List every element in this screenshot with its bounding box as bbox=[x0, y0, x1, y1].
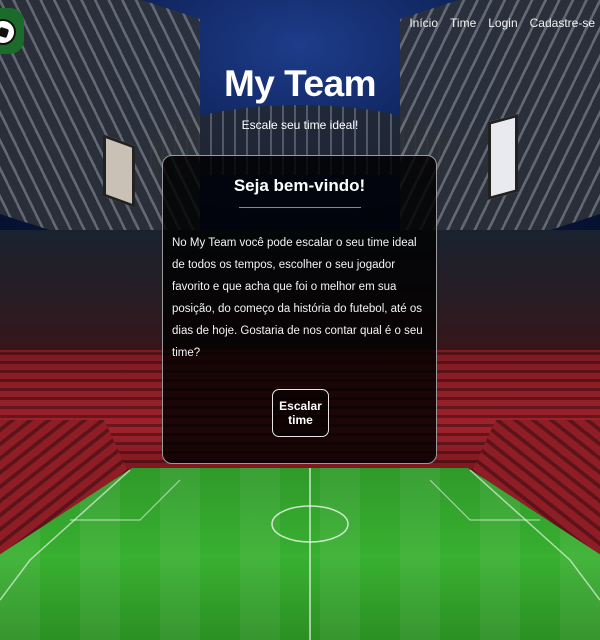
welcome-card: Seja bem-vindo! No My Team você pode esc… bbox=[162, 155, 437, 464]
card-title: Seja bem-vindo! bbox=[233, 176, 366, 195]
escalar-time-button[interactable]: Escalar time bbox=[272, 389, 329, 437]
card-divider bbox=[239, 207, 361, 208]
hero-subtitle: Escale seu time ideal! bbox=[241, 118, 359, 132]
site-logo[interactable] bbox=[0, 8, 24, 54]
hero-title: My Team bbox=[223, 63, 377, 104]
card-description: No My Team você pode escalar o seu time … bbox=[172, 237, 423, 359]
nav-link-time[interactable]: Time bbox=[450, 16, 476, 30]
top-nav: Início Time Login Cadastre-se bbox=[409, 16, 595, 30]
soccer-ball-icon bbox=[0, 19, 16, 45]
nav-link-cadastre-se[interactable]: Cadastre-se bbox=[530, 16, 595, 30]
nav-link-login[interactable]: Login bbox=[488, 16, 517, 30]
nav-link-inicio[interactable]: Início bbox=[409, 16, 438, 30]
